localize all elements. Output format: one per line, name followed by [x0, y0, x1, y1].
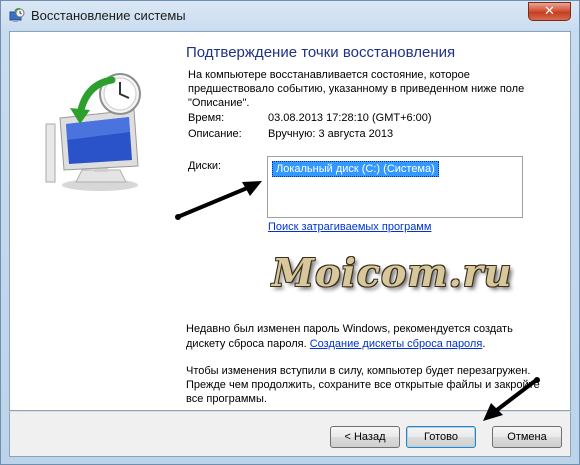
disks-list[interactable]: Локальный диск (C:) (Система) — [267, 156, 523, 218]
wizard-content: Подтверждение точки восстановления На ко… — [9, 31, 571, 411]
close-icon: ✕ — [544, 4, 555, 19]
restore-description: На компьютере восстанавливается состояни… — [188, 69, 525, 109]
password-notice-end: . — [482, 338, 486, 350]
system-restore-icon — [9, 8, 25, 22]
time-value: 03.08.2013 17:28:10 (GMT+6:00) — [268, 112, 432, 124]
computer-restore-icon — [45, 73, 141, 191]
finish-button[interactable]: Готово — [406, 426, 476, 448]
disk-item[interactable]: Локальный диск (C:) (Система) — [272, 161, 439, 177]
title-bar[interactable]: Восстановление системы ✕ — [1, 1, 579, 31]
close-button[interactable]: ✕ — [528, 2, 571, 21]
window-title: Восстановление системы — [31, 8, 186, 23]
create-reset-disk-link[interactable]: Создание дискеты сброса пароля — [310, 338, 483, 350]
cancel-button[interactable]: Отмена — [492, 426, 562, 448]
watermark-logo: Moicom.ru — [272, 250, 513, 295]
time-label: Время: — [188, 112, 225, 124]
annotation-arrow-finish — [483, 377, 540, 421]
annotation-arrow-disks — [175, 181, 262, 220]
password-reset-notice: Недавно был изменен пароль Windows, реко… — [186, 322, 546, 352]
disks-label: Диски: — [188, 160, 222, 172]
description-value: Вручную: 3 августа 2013 — [268, 128, 394, 140]
page-heading: Подтверждение точки восстановления — [186, 44, 456, 61]
back-button[interactable]: < Назад — [330, 426, 400, 448]
description-label: Описание: — [188, 128, 242, 140]
scan-affected-programs-link[interactable]: Поиск затрагиваемых программ — [268, 221, 431, 233]
restore-window: Восстановление системы ✕ Подтверждение т… — [0, 0, 580, 465]
